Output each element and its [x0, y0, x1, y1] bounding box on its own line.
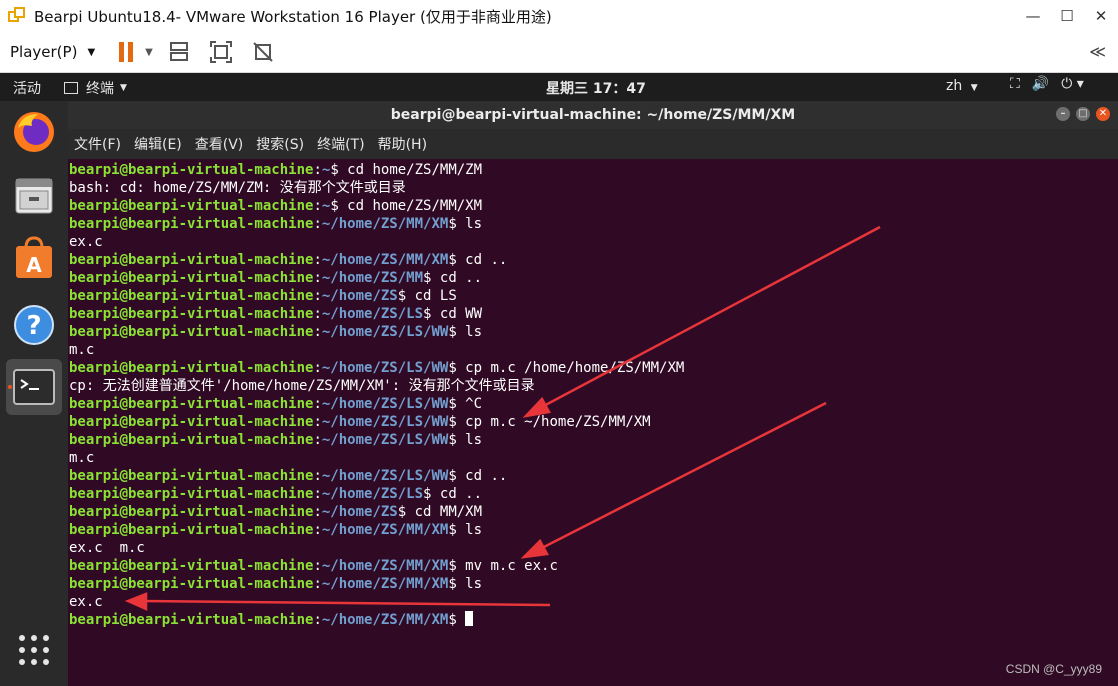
dock-software[interactable]: A [6, 230, 62, 286]
terminal-title: bearpi@bearpi-virtual-machine: ~/home/ZS… [390, 107, 796, 123]
maximize-button[interactable]: ☐ [1050, 0, 1084, 32]
annotation-arrow-2-head [520, 538, 549, 559]
firefox-icon [14, 112, 54, 152]
player-menu-caret-icon: ▼ [87, 46, 96, 58]
activities-button[interactable]: 活动 [13, 78, 41, 98]
ubuntu-top-bar: 活动 终端 ▼ 星期三 17：47 zh ▼ ⛶ 🔊 ⏻ ▾ [0, 73, 1118, 101]
dock-firefox[interactable] [6, 104, 62, 160]
annotation-arrow-1 [537, 225, 881, 411]
annotation-arrows [124, 225, 881, 611]
fit-guest-button[interactable] [209, 40, 233, 64]
input-method-caret-icon: ▼ [970, 83, 978, 93]
window-title: Bearpi Ubuntu18.4- VMware Workstation 16… [34, 7, 552, 26]
pause-button[interactable]: ▼ [119, 42, 153, 62]
menu-help[interactable]: 帮助(H) [378, 134, 427, 154]
input-method-label: zh [946, 78, 963, 94]
terminal-title-bar[interactable]: bearpi@bearpi-virtual-machine: ~/home/ZS… [68, 101, 1118, 129]
terminal-small-icon [64, 82, 78, 94]
terminal-icon [13, 369, 55, 405]
vmware-logo-icon [8, 7, 26, 25]
menu-view[interactable]: 查看(V) [195, 134, 244, 154]
send-ctrl-alt-del-button[interactable] [167, 40, 191, 64]
terminal-menu-bar: 文件(F) 编辑(E) 查看(V) 搜索(S) 终端(T) 帮助(H) [68, 129, 1118, 159]
network-icon [169, 42, 188, 61]
svg-text:?: ? [26, 311, 41, 341]
dock-help[interactable]: ? [6, 297, 62, 353]
menu-search[interactable]: 搜索(S) [256, 134, 304, 154]
annotation-arrow-3 [141, 599, 551, 607]
network-status-icon: ⛶ [1010, 76, 1020, 92]
app-menu-label: 终端 [86, 81, 114, 97]
software-center-icon: A [16, 236, 52, 278]
terminal-output[interactable]: bearpi@bearpi-virtual-machine:~$ cd home… [68, 159, 1118, 686]
active-indicator [8, 385, 12, 389]
minimize-button[interactable]: — [1016, 0, 1050, 32]
unity-icon [253, 42, 273, 62]
dock-files[interactable] [6, 167, 62, 223]
collapse-toolbar-icon[interactable]: ≪ [1089, 42, 1106, 61]
terminal-maximize-button[interactable]: □ [1076, 107, 1090, 121]
fit-window-icon [209, 41, 232, 63]
vmware-toolbar: Player(P) ▼ ▼ [0, 32, 1118, 73]
menu-edit[interactable]: 编辑(E) [134, 134, 182, 154]
files-icon [15, 178, 53, 214]
pause-caret-icon: ▼ [145, 46, 153, 58]
dock-show-apps[interactable] [6, 622, 62, 678]
annotation-arrow-2 [535, 401, 827, 553]
dock: A ? [0, 101, 68, 686]
close-button[interactable]: ✕ [1084, 0, 1118, 32]
app-menu[interactable]: 终端 ▼ [64, 78, 127, 98]
player-menu[interactable]: Player(P) ▼ [10, 43, 95, 61]
clock[interactable]: 星期三 17：47 [546, 78, 646, 98]
menu-file[interactable]: 文件(F) [74, 134, 121, 154]
dock-terminal[interactable] [6, 359, 62, 415]
annotation-arrow-3-head [124, 592, 148, 611]
vmware-title-bar: Bearpi Ubuntu18.4- VMware Workstation 16… [0, 0, 1118, 32]
menu-terminal[interactable]: 终端(T) [317, 134, 364, 154]
help-icon: ? [14, 305, 54, 345]
power-icon: ⏻ ▾ [1061, 76, 1084, 92]
pause-icon [119, 42, 125, 62]
svg-text:A: A [26, 253, 42, 277]
terminal-minimize-button[interactable]: – [1056, 107, 1070, 121]
unity-button[interactable] [251, 40, 275, 64]
terminal-close-button[interactable]: ✕ [1096, 107, 1110, 121]
annotation-arrow-1-head [522, 396, 551, 418]
player-menu-label: Player(P) [10, 43, 78, 61]
system-menu[interactable]: ⛶ 🔊 ⏻ ▾ [1010, 76, 1084, 92]
show-apps-icon [19, 635, 49, 665]
watermark: CSDN @C_yyy89 [1005, 662, 1102, 676]
app-menu-caret-icon: ▼ [120, 83, 127, 93]
input-method-indicator[interactable]: zh ▼ [946, 78, 978, 94]
volume-icon: 🔊 [1031, 76, 1050, 92]
